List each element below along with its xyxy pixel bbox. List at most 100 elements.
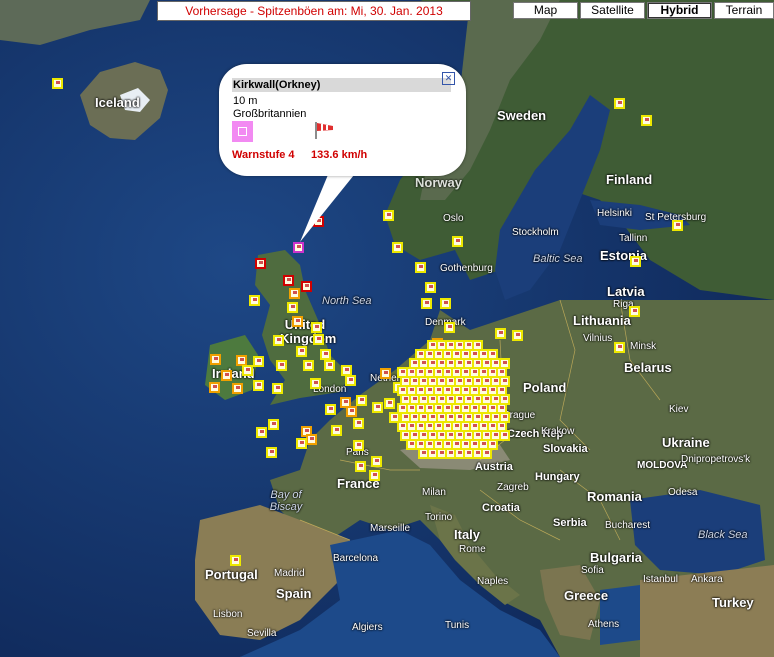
station-marker[interactable] (210, 354, 221, 365)
station-marker[interactable] (355, 461, 366, 472)
station-marker[interactable] (232, 383, 243, 394)
label-norway: Norway (415, 175, 462, 190)
label-poland: Poland (523, 380, 567, 395)
station-marker[interactable] (310, 378, 321, 389)
station-marker[interactable] (481, 448, 493, 459)
station-marker[interactable] (440, 298, 451, 309)
label-istanbul: Istanbul (643, 574, 679, 585)
station-marker[interactable] (272, 383, 283, 394)
label-greece: Greece (564, 588, 609, 603)
station-marker[interactable] (292, 316, 303, 327)
station-marker[interactable] (356, 395, 367, 406)
station-marker[interactable] (301, 281, 312, 292)
label-belarus: Belarus (624, 360, 672, 375)
station-marker[interactable] (287, 302, 298, 313)
map-type-map-button[interactable]: Map (513, 2, 578, 19)
station-marker[interactable] (276, 360, 287, 371)
station-marker[interactable] (52, 78, 63, 89)
station-marker[interactable] (630, 256, 641, 267)
station-marker[interactable] (256, 427, 267, 438)
label-black-sea: Black Sea (698, 529, 748, 541)
station-marker[interactable] (221, 370, 232, 381)
label-lisbon: Lisbon (213, 609, 243, 620)
station-marker[interactable] (268, 419, 279, 430)
forecast-title: Vorhersage - Spitzenböen am: Mi, 30. Jan… (157, 1, 471, 21)
station-marker[interactable] (303, 360, 314, 371)
station-marker[interactable] (331, 425, 342, 436)
popup-pointer (300, 170, 358, 242)
station-marker[interactable] (384, 398, 395, 409)
station-marker[interactable] (372, 402, 383, 413)
station-marker[interactable] (289, 288, 300, 299)
station-marker[interactable] (353, 418, 364, 429)
station-marker[interactable] (512, 330, 523, 341)
station-marker[interactable] (325, 404, 336, 415)
map-type-terrain-button[interactable]: Terrain (714, 2, 774, 19)
station-marker[interactable] (209, 382, 220, 393)
label-bay-of-biscay: Bay of Biscay (269, 489, 303, 513)
station-marker[interactable] (253, 380, 264, 391)
station-marker[interactable] (242, 365, 253, 376)
station-marker[interactable] (499, 430, 511, 441)
station-marker[interactable] (353, 440, 364, 451)
station-marker[interactable] (371, 456, 382, 467)
label-tallinn: Tallinn (619, 233, 648, 244)
label-turkey: Turkey (712, 595, 754, 610)
label-portugal: Portugal (205, 567, 258, 582)
station-marker[interactable] (421, 298, 432, 309)
station-marker[interactable] (392, 242, 403, 253)
station-marker[interactable] (283, 275, 294, 286)
label-torino: Torino (425, 512, 453, 523)
station-marker[interactable] (614, 342, 625, 353)
close-icon[interactable]: ✕ (442, 72, 455, 85)
station-info-popup: Kirkwall(Orkney) ✕ 10 m Großbritannien W… (219, 64, 466, 176)
station-marker[interactable] (369, 470, 380, 481)
label-gothenburg: Gothenburg (440, 263, 493, 274)
label-krakow: Krakow (541, 426, 575, 437)
label-ukraine: Ukraine (662, 435, 710, 450)
station-marker[interactable] (324, 360, 335, 371)
station-marker[interactable] (273, 335, 284, 346)
station-marker[interactable] (230, 555, 241, 566)
station-marker[interactable] (311, 322, 322, 333)
label-athens: Athens (588, 619, 620, 630)
station-marker[interactable] (444, 322, 455, 333)
label-milan: Milan (422, 487, 446, 498)
station-marker[interactable] (313, 334, 324, 345)
map-type-controls: Map Satellite Hybrid Terrain (513, 2, 774, 19)
station-marker[interactable] (452, 236, 463, 247)
label-barcelona: Barcelona (333, 553, 379, 564)
station-marker[interactable] (296, 438, 307, 449)
label-romania: Romania (587, 489, 642, 504)
windsock-icon (315, 122, 333, 139)
label-latvia: Latvia (607, 284, 645, 299)
station-marker[interactable] (253, 356, 264, 367)
station-marker[interactable] (614, 98, 625, 109)
station-marker[interactable] (346, 406, 357, 417)
station-marker[interactable] (296, 346, 307, 357)
station-marker[interactable] (415, 262, 426, 273)
station-marker[interactable] (380, 368, 391, 379)
map-type-hybrid-button[interactable]: Hybrid (647, 2, 712, 19)
station-marker[interactable] (306, 434, 317, 445)
label-bulgaria: Bulgaria (590, 550, 643, 565)
station-marker[interactable] (383, 210, 394, 221)
label-tunis: Tunis (445, 620, 470, 631)
station-marker[interactable] (672, 220, 683, 231)
label-algiers: Algiers (352, 622, 383, 633)
label-helsinki: Helsinki (597, 208, 633, 219)
station-marker[interactable] (345, 375, 356, 386)
station-marker[interactable] (320, 349, 331, 360)
label-croatia: Croatia (482, 502, 520, 514)
station-marker[interactable] (266, 447, 277, 458)
label-naples: Naples (477, 576, 509, 587)
station-marker[interactable] (425, 282, 436, 293)
station-marker[interactable] (255, 258, 266, 269)
station-marker[interactable] (495, 328, 506, 339)
map-type-satellite-button[interactable]: Satellite (580, 2, 645, 19)
station-marker[interactable] (629, 306, 640, 317)
label-stockholm: Stockholm (512, 227, 559, 238)
station-name: Kirkwall(Orkney) (232, 78, 451, 92)
station-marker[interactable] (641, 115, 652, 126)
station-marker[interactable] (249, 295, 260, 306)
